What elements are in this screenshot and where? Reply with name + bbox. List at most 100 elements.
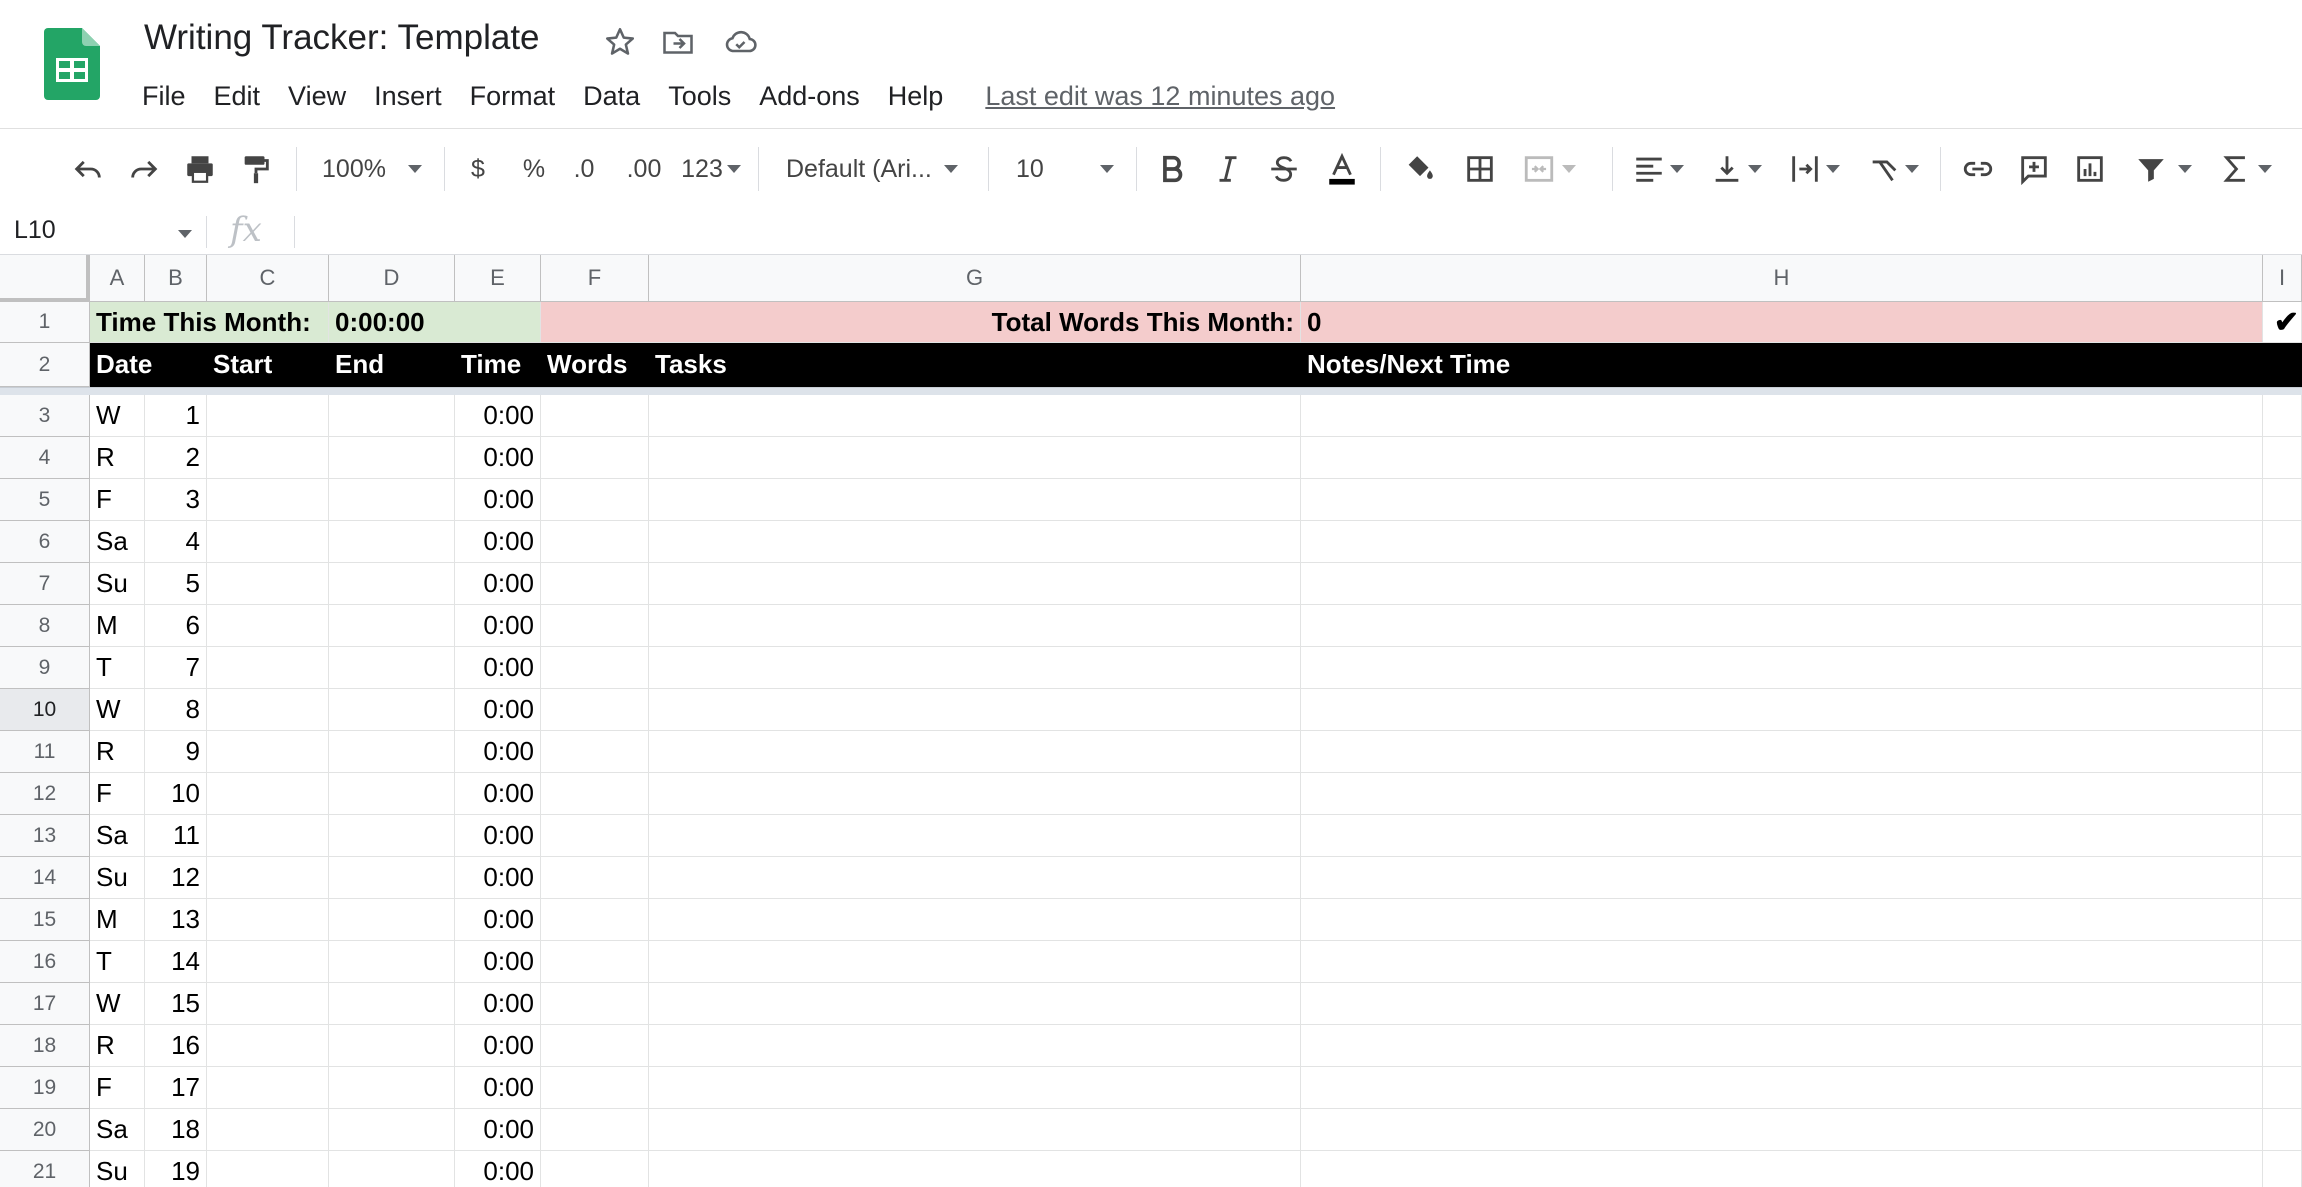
cell-end[interactable] — [329, 605, 455, 647]
cloud-status-icon[interactable] — [722, 24, 758, 60]
cell-extra[interactable] — [2263, 647, 2302, 689]
cell-tasks[interactable] — [649, 983, 1301, 1025]
cell-date[interactable]: 2 — [145, 437, 207, 479]
cell-end[interactable] — [329, 563, 455, 605]
cell-tasks[interactable] — [649, 1067, 1301, 1109]
cell-words[interactable] — [541, 563, 649, 605]
cell-notes[interactable] — [1301, 395, 2263, 437]
cell-time[interactable]: 0:00 — [455, 437, 541, 479]
cell-time[interactable]: 0:00 — [455, 941, 541, 983]
cell-notes[interactable] — [1301, 857, 2263, 899]
menu-add-ons[interactable]: Add-ons — [759, 81, 860, 112]
cell-words[interactable] — [541, 815, 649, 857]
column-header-c[interactable]: C — [207, 255, 329, 302]
row-header[interactable]: 13 — [0, 815, 90, 857]
italic-icon[interactable] — [1208, 149, 1248, 189]
insert-link-icon[interactable] — [1958, 149, 1998, 189]
decrease-decimal-button[interactable]: .0 — [566, 149, 602, 189]
cell-tasks[interactable] — [649, 731, 1301, 773]
cell-time[interactable]: 0:00 — [455, 731, 541, 773]
cell-notes[interactable] — [1301, 899, 2263, 941]
cell-notes[interactable] — [1301, 647, 2263, 689]
cell-time[interactable]: 0:00 — [455, 1025, 541, 1067]
row-header[interactable]: 10 — [0, 689, 90, 731]
borders-icon[interactable] — [1460, 149, 1500, 189]
cell-words[interactable] — [541, 437, 649, 479]
cell-words[interactable] — [541, 983, 649, 1025]
cell-words[interactable] — [541, 731, 649, 773]
menu-help[interactable]: Help — [888, 81, 944, 112]
chevron-down-icon[interactable] — [178, 230, 192, 238]
horizontal-align-icon[interactable] — [1628, 149, 1688, 189]
cell-start[interactable] — [207, 1067, 329, 1109]
cell-end[interactable] — [329, 815, 455, 857]
header-date[interactable]: Date — [90, 343, 207, 387]
column-header-d[interactable]: D — [329, 255, 455, 302]
cell-start[interactable] — [207, 395, 329, 437]
cell-date[interactable]: 19 — [145, 1151, 207, 1187]
row-header[interactable]: 3 — [0, 395, 90, 437]
cell-extra[interactable] — [2263, 605, 2302, 647]
undo-icon[interactable] — [68, 149, 108, 189]
cell-day[interactable]: M — [90, 899, 145, 941]
cell-start[interactable] — [207, 479, 329, 521]
row-header[interactable]: 5 — [0, 479, 90, 521]
cell-date[interactable]: 12 — [145, 857, 207, 899]
cell-extra[interactable] — [2263, 1109, 2302, 1151]
cell-end[interactable] — [329, 395, 455, 437]
cell-time[interactable]: 0:00 — [455, 899, 541, 941]
cell-day[interactable]: M — [90, 605, 145, 647]
cell-day[interactable]: Su — [90, 857, 145, 899]
cell-notes[interactable] — [1301, 941, 2263, 983]
cell-date[interactable]: 10 — [145, 773, 207, 815]
cell-notes[interactable] — [1301, 563, 2263, 605]
cell-date[interactable]: 1 — [145, 395, 207, 437]
cell-notes[interactable] — [1301, 1109, 2263, 1151]
cell-time[interactable]: 0:00 — [455, 983, 541, 1025]
menu-format[interactable]: Format — [470, 81, 556, 112]
cell-words[interactable] — [541, 899, 649, 941]
cell-words[interactable] — [541, 689, 649, 731]
cell-day[interactable]: Su — [90, 563, 145, 605]
cell-end[interactable] — [329, 1025, 455, 1067]
frozen-rows-divider[interactable] — [0, 387, 2302, 395]
cell-extra[interactable] — [2263, 731, 2302, 773]
cell-tasks[interactable] — [649, 899, 1301, 941]
row-header[interactable]: 18 — [0, 1025, 90, 1067]
cell-words[interactable] — [541, 395, 649, 437]
cell-day[interactable]: F — [90, 1067, 145, 1109]
cell-tasks[interactable] — [649, 395, 1301, 437]
cell-start[interactable] — [207, 983, 329, 1025]
cell-day[interactable]: F — [90, 479, 145, 521]
cell-extra[interactable] — [2263, 1025, 2302, 1067]
cell-day[interactable]: R — [90, 1025, 145, 1067]
header-time[interactable]: Time — [455, 343, 541, 387]
insert-chart-icon[interactable] — [2070, 149, 2110, 189]
cell-day[interactable]: Sa — [90, 815, 145, 857]
font-size-select[interactable]: 10 — [1016, 149, 1122, 189]
cell-extra[interactable] — [2263, 521, 2302, 563]
cell-extra[interactable] — [2263, 689, 2302, 731]
cell-words[interactable] — [541, 773, 649, 815]
cell-start[interactable] — [207, 899, 329, 941]
cell-tasks[interactable] — [649, 857, 1301, 899]
cell-words[interactable] — [541, 521, 649, 563]
cell-start[interactable] — [207, 689, 329, 731]
row-header[interactable]: 19 — [0, 1067, 90, 1109]
cell-extra[interactable] — [2263, 857, 2302, 899]
cell-time[interactable]: 0:00 — [455, 689, 541, 731]
row-header[interactable]: 11 — [0, 731, 90, 773]
cell-end[interactable] — [329, 521, 455, 563]
menu-file[interactable]: File — [142, 81, 186, 112]
cell-date[interactable]: 17 — [145, 1067, 207, 1109]
cell-time[interactable]: 0:00 — [455, 395, 541, 437]
cell-start[interactable] — [207, 563, 329, 605]
cell-end[interactable] — [329, 479, 455, 521]
cell-time[interactable]: 0:00 — [455, 479, 541, 521]
cell-extra[interactable] — [2263, 479, 2302, 521]
move-folder-icon[interactable] — [660, 24, 696, 60]
cell-day[interactable]: W — [90, 983, 145, 1025]
fill-color-icon[interactable] — [1400, 149, 1440, 189]
cell-day[interactable]: T — [90, 941, 145, 983]
checkmark-cell[interactable]: ✔ — [2263, 302, 2302, 343]
